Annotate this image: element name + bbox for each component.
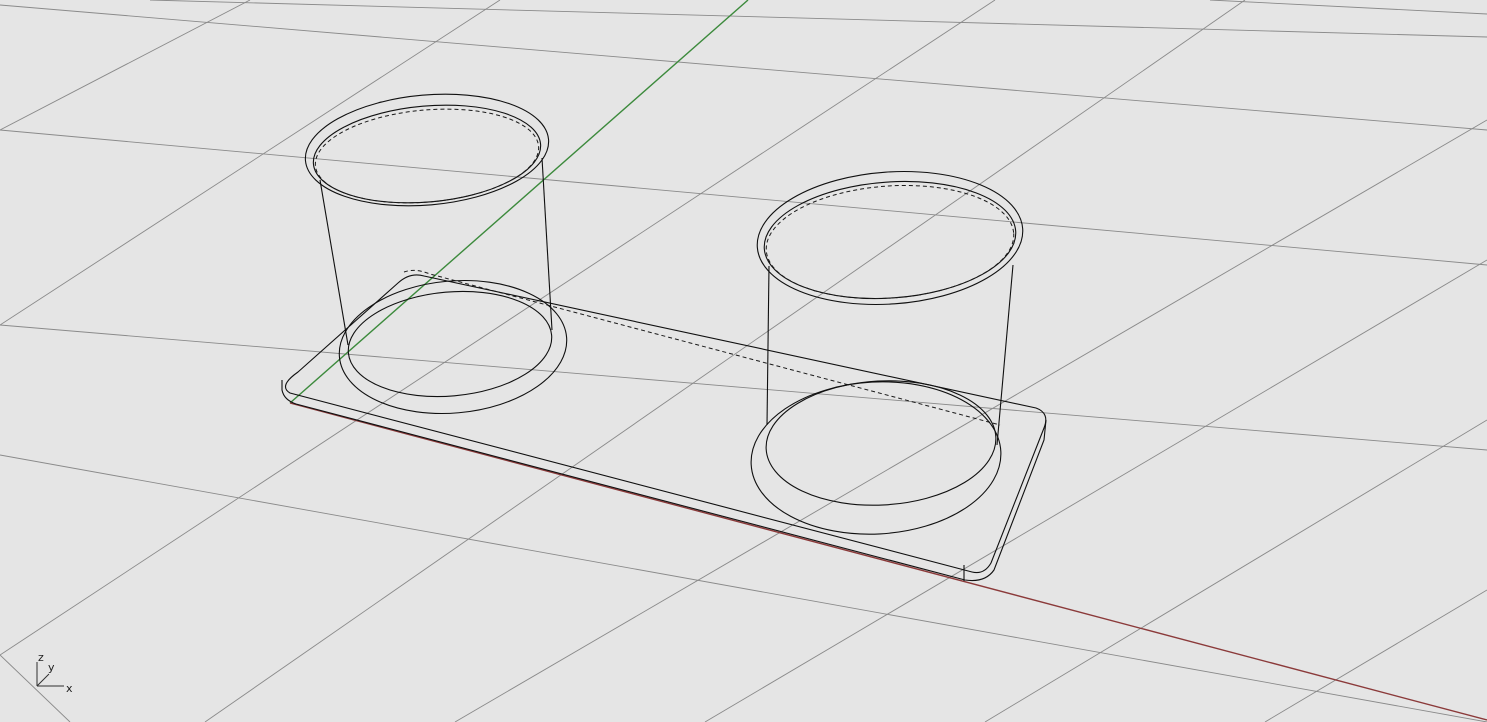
grid-line [0,0,996,656]
cup-right-side-left [766,265,770,426]
widget-x-label: x [66,682,73,695]
base-plate[interactable] [281,269,1047,582]
cup-right-base-inner [765,380,997,506]
grid-line [0,454,1487,722]
cup-left-rim-inner [312,104,542,204]
x-axis-line [289,402,1487,721]
grid-line [0,324,1487,451]
grid-line [0,4,1487,131]
viewport-canvas[interactable] [0,0,1487,722]
cup-right-rim-inner [763,180,1017,300]
y-axis-line [289,0,749,404]
construction-grid [0,0,1487,722]
grid-line [454,119,1487,722]
cup-left[interactable] [301,85,573,423]
grid-line [0,0,251,131]
plate-bottom-edge [281,380,1047,582]
axis-orientation-widget: z y x [30,650,80,700]
widget-z-label: z [38,651,44,664]
plate-top-outline [284,274,1047,574]
cup-right-base-ring [750,381,1002,535]
grid-line [1209,0,1487,15]
grid-line [149,0,1487,38]
cup-right-rim-hidden [765,184,1015,300]
perspective-viewport[interactable]: z y x [0,0,1487,722]
cup-left-rim-hidden [314,108,540,204]
cup-left-base-inner [347,290,553,398]
cup-left-rim-outer [304,93,550,207]
grid-line [0,129,1487,266]
widget-y-axis [36,673,50,687]
cup-left-side-left [319,179,349,346]
cup-left-base-ring [338,279,568,415]
widget-y-label: y [48,661,55,674]
cup-right-side-right [996,264,1014,446]
